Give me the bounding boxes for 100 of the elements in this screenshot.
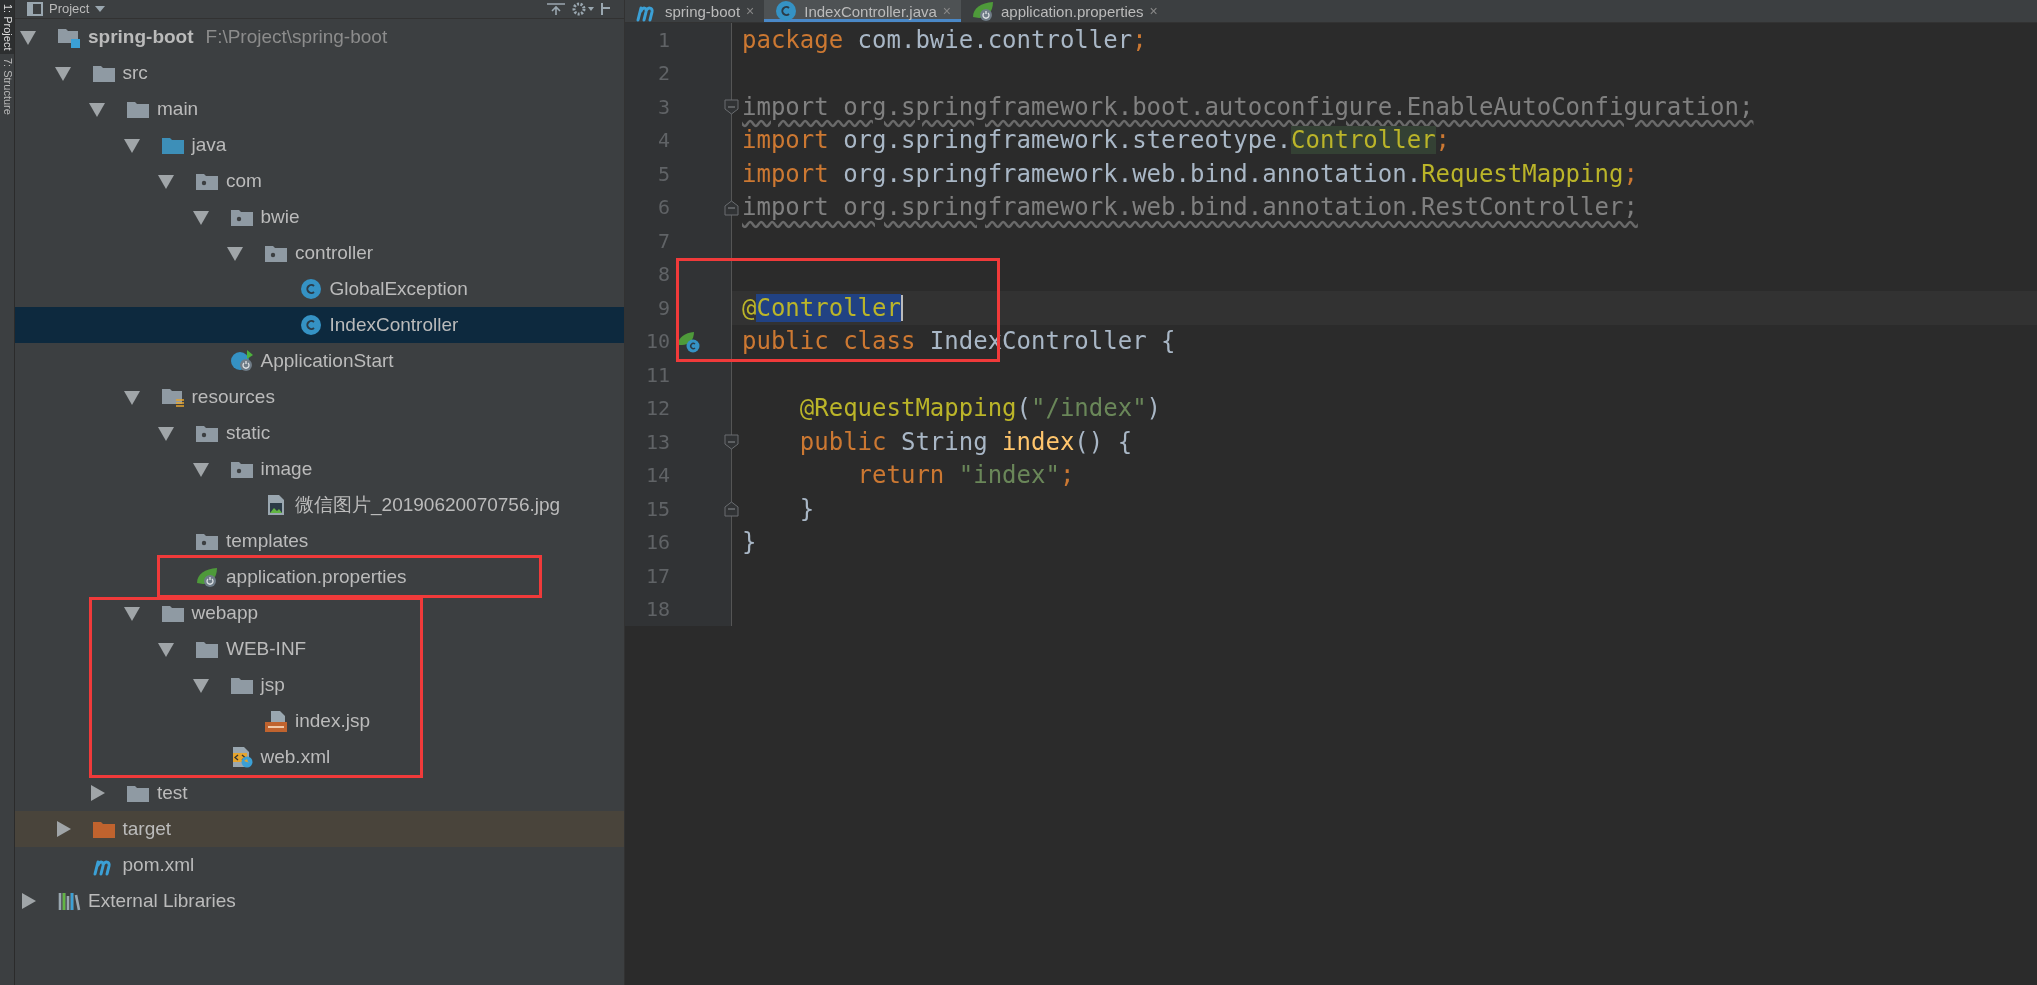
tree-row[interactable]: com [15, 163, 624, 199]
tree-row[interactable]: ApplicationStart [15, 343, 624, 379]
expand-arrow-icon[interactable] [122, 136, 141, 154]
tree-label: target [122, 818, 172, 840]
code-line: package com.bwie.controller; [742, 24, 1147, 56]
spring-leaf-icon [971, 0, 995, 22]
tree-label: application.properties [226, 566, 407, 588]
tree-label: bwie [260, 206, 300, 228]
tree-row[interactable]: WEB-INF [15, 631, 624, 667]
expand-arrow-icon[interactable] [122, 604, 141, 622]
fold-marker-icon[interactable] [724, 434, 739, 450]
code-line: } [742, 527, 757, 559]
tree-label: resources [191, 386, 275, 408]
fold-marker-icon[interactable] [724, 501, 739, 517]
jsp-file-icon [264, 710, 288, 732]
editor-tab[interactable]: spring-boot × [625, 0, 765, 22]
code-line: import org.springframework.stereotype.Controller; [742, 125, 1451, 157]
expand-arrow-icon[interactable] [191, 676, 210, 694]
code-line: import org.springframework.web.bind.annotation.RequestMapping; [742, 158, 1638, 190]
class-icon [298, 314, 323, 336]
code-line: import org.springframework.boot.autoconfigure.EnableAutoConfiguration; [742, 91, 1754, 123]
code-line: import org.springframework.web.bind.annotation.RestController; [742, 192, 1638, 224]
tree-label: web.xml [260, 746, 331, 768]
tree-label: WEB-INF [226, 638, 307, 660]
code-line: return "index"; [856, 460, 1075, 492]
tree-row[interactable]: image [15, 451, 624, 487]
expand-arrow-icon[interactable] [157, 172, 175, 190]
tree-label: External Libraries [88, 890, 236, 912]
tree-row[interactable]: index.jsp [15, 703, 624, 739]
tree-label: static [226, 422, 271, 444]
expand-arrow-icon[interactable] [157, 424, 175, 442]
tree-label: controller [295, 242, 374, 264]
tree-row[interactable]: controller [15, 235, 624, 271]
tree-label: index.jsp [295, 710, 370, 732]
tree-row[interactable]: IndexController [15, 307, 624, 343]
tree-row[interactable]: bwie [15, 199, 624, 235]
collapse-arrow-icon[interactable] [19, 892, 37, 910]
tree-label: main [157, 98, 199, 120]
class-icon [774, 0, 799, 22]
path-hint: F:\Project\spring-boot [205, 26, 388, 48]
expand-arrow-icon[interactable] [191, 460, 210, 478]
tree-label: jsp [260, 674, 285, 696]
code-line: @RequestMapping("/index") [798, 393, 1162, 425]
class-icon [298, 278, 323, 300]
collapse-arrow-icon[interactable] [88, 784, 106, 802]
tool-window-tab[interactable]: 7: Structure [0, 54, 14, 120]
expand-arrow-icon[interactable] [157, 640, 175, 658]
expand-arrow-icon[interactable] [19, 28, 37, 46]
code-line: public String index() { [798, 426, 1133, 458]
tree-label: image [260, 458, 313, 480]
editor-tab[interactable]: IndexController.java × [764, 0, 961, 22]
tree-label: src [122, 62, 148, 84]
tree-label: templates [226, 530, 309, 552]
tree-row[interactable]: src [15, 55, 624, 91]
tree-row[interactable]: templates [15, 523, 624, 559]
tree-row[interactable]: target [15, 811, 624, 847]
tree-label: webapp [191, 602, 259, 624]
spring-bean-icon[interactable] [677, 330, 701, 353]
tree-row[interactable]: application.properties [15, 559, 624, 595]
tool-window-tab[interactable]: 1: Project [0, 0, 14, 55]
expand-arrow-icon[interactable] [88, 100, 106, 118]
tree-label: java [191, 134, 227, 156]
fold-marker-icon[interactable] [724, 199, 739, 216]
tree-label: test [157, 782, 188, 804]
libraries-icon [57, 890, 81, 912]
dropdown-caret-icon[interactable] [95, 5, 106, 13]
tree-row[interactable]: 微信图片_20190620070756.jpg [15, 487, 624, 523]
settings-icon[interactable] [572, 2, 594, 16]
fold-marker-icon[interactable] [724, 99, 739, 115]
tree-row[interactable]: jsp [15, 667, 624, 703]
hide-panel-icon[interactable] [600, 2, 612, 16]
code-line: @Controller [742, 292, 903, 324]
panel-title[interactable]: Project [49, 1, 90, 17]
tree-row[interactable]: External Libraries [15, 883, 624, 919]
tree-row[interactable]: main [15, 91, 624, 127]
tree-label: com [226, 170, 262, 192]
tree-label: GlobalException [329, 278, 468, 300]
window-icon [27, 2, 43, 16]
expand-arrow-icon[interactable] [191, 208, 210, 226]
tree-label: 微信图片_20190620070756.jpg [295, 493, 561, 518]
module-folder-icon [57, 26, 81, 48]
tree-row[interactable]: static [15, 415, 624, 451]
collapse-all-icon[interactable] [546, 2, 566, 16]
tree-label: IndexController [329, 314, 459, 336]
tree-row[interactable]: test [15, 775, 624, 811]
expand-arrow-icon[interactable] [226, 244, 244, 262]
tree-row[interactable]: GlobalException [15, 271, 624, 307]
editor-tab[interactable]: application.properties × [961, 0, 1168, 22]
tree-row[interactable]: pom.xml [15, 847, 624, 883]
tree-label: spring-boot [88, 26, 194, 48]
resources-folder-icon [160, 386, 185, 408]
tree-label: pom.xml [122, 854, 195, 876]
tree-row[interactable]: resources [15, 379, 624, 415]
expand-arrow-icon[interactable] [122, 388, 141, 406]
expand-arrow-icon[interactable] [53, 64, 72, 82]
tree-label: ApplicationStart [260, 350, 394, 372]
tree-row[interactable]: webapp [15, 595, 624, 631]
tree-row[interactable]: java [15, 127, 624, 163]
tree-row[interactable]: web.xml [15, 739, 624, 775]
tree-row[interactable]: spring-boot F:\Project\spring-boot [15, 19, 624, 55]
